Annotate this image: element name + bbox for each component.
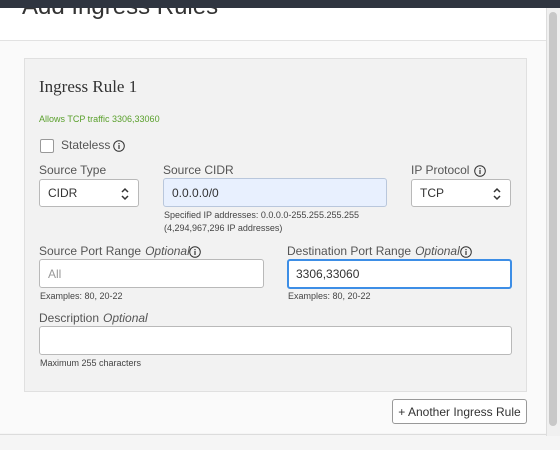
info-icon[interactable]	[113, 140, 125, 152]
footer-divider	[0, 434, 546, 435]
optional-tag: Optional	[145, 244, 190, 258]
rule-title: Ingress Rule 1	[39, 77, 138, 96]
info-icon[interactable]	[189, 246, 201, 258]
select-arrows-icon	[121, 187, 129, 201]
optional-tag: Optional	[415, 244, 460, 258]
destination-port-range-value: 3306,33060	[296, 267, 360, 281]
ip-protocol-label: IP Protocol	[411, 163, 470, 177]
ip-protocol-select[interactable]: TCP	[411, 179, 511, 207]
source-port-range-label: Source Port Range Optional	[39, 244, 190, 258]
source-cidr-help-line2: (4,294,967,296 IP addresses)	[164, 223, 283, 233]
source-type-value: CIDR	[48, 186, 78, 200]
source-cidr-label: Source CIDR	[163, 163, 234, 177]
scrollbar-thumb[interactable]	[549, 12, 557, 426]
ip-protocol-value: TCP	[420, 186, 444, 200]
optional-tag: Optional	[103, 311, 148, 325]
source-port-range-label-text: Source Port Range	[39, 244, 142, 258]
info-icon[interactable]	[474, 165, 486, 177]
source-cidr-value: 0.0.0.0/0	[172, 185, 219, 200]
source-cidr-help-line1: Specified IP addresses: 0.0.0.0-255.255.…	[164, 210, 359, 220]
rule-summary: Allows TCP traffic 3306,33060	[39, 114, 160, 124]
stateless-checkbox[interactable]	[40, 139, 54, 153]
description-label-text: Description	[39, 311, 100, 325]
add-another-ingress-rule-button[interactable]: + Another Ingress Rule	[392, 399, 527, 424]
stateless-label: Stateless	[61, 138, 111, 152]
destination-port-range-help: Examples: 80, 20-22	[288, 291, 371, 301]
source-type-select[interactable]: CIDR	[39, 179, 139, 207]
destination-port-range-label-text: Destination Port Range	[287, 244, 412, 258]
description-label: Description Optional	[39, 311, 148, 325]
description-input[interactable]	[39, 326, 512, 355]
source-port-range-placeholder: All	[48, 266, 62, 281]
window-top-strip	[0, 0, 560, 8]
source-type-label: Source Type	[39, 163, 107, 177]
source-port-range-help: Examples: 80, 20-22	[40, 291, 123, 301]
info-icon[interactable]	[460, 246, 472, 258]
source-cidr-input[interactable]: 0.0.0.0/0	[163, 178, 387, 207]
select-arrows-icon	[493, 187, 501, 201]
description-help: Maximum 255 characters	[40, 358, 142, 368]
destination-port-range-label: Destination Port Range Optional	[287, 244, 460, 258]
destination-port-range-input[interactable]: 3306,33060	[287, 259, 512, 289]
source-port-range-input[interactable]: All	[39, 259, 264, 288]
